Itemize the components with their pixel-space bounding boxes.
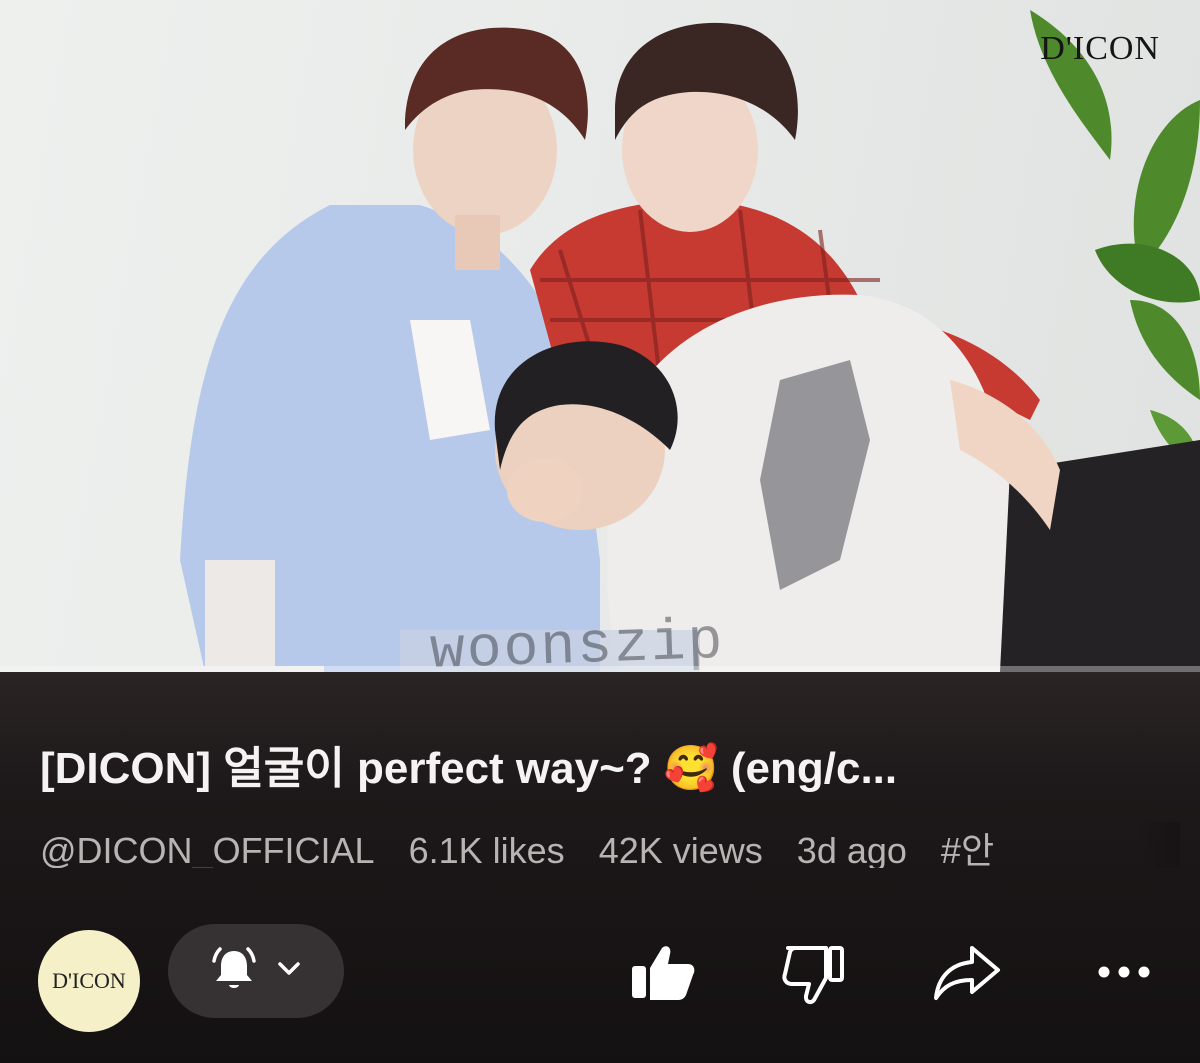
dislike-button[interactable]: [778, 942, 848, 1011]
plant-illustration: [1030, 10, 1200, 470]
more-icon: [1094, 966, 1154, 986]
more-options-button[interactable]: [1094, 962, 1154, 987]
thumbs-down-icon: [778, 946, 848, 1010]
video-title[interactable]: [DICON] 얼굴이 perfect way~? 🥰 (eng/c...: [40, 732, 1170, 796]
video-frame-illustration: [180, 10, 1200, 672]
hashtag-link[interactable]: #안: [941, 830, 994, 868]
notification-bell-button[interactable]: [168, 924, 344, 1018]
bell-icon: [208, 943, 260, 1000]
like-button[interactable]: [628, 942, 698, 1007]
video-metadata-row: @DICON_OFFICIAL 6.1K likes 42K views 3d …: [40, 822, 1180, 868]
like-count: 6.1K likes: [408, 830, 565, 868]
chevron-down-icon: [274, 954, 304, 989]
metadata-fade: [1140, 822, 1180, 868]
brand-watermark-logo: D'ICON: [1040, 30, 1160, 67]
share-icon: [930, 946, 1006, 1006]
channel-handle[interactable]: @DICON_OFFICIAL: [40, 830, 375, 868]
video-player[interactable]: D'ICON woonszip: [0, 0, 1200, 672]
video-info-panel: [DICON] 얼굴이 perfect way~? 🥰 (eng/c... @D…: [0, 672, 1200, 1063]
share-button[interactable]: [930, 942, 1006, 1007]
upload-age: 3d ago: [796, 830, 907, 868]
fan-watermark: woonszip: [428, 609, 726, 672]
channel-avatar[interactable]: D'ICON: [38, 930, 140, 1032]
thumbs-up-icon: [628, 946, 698, 1006]
view-count: 42K views: [598, 830, 763, 868]
person-left: [180, 27, 600, 672]
